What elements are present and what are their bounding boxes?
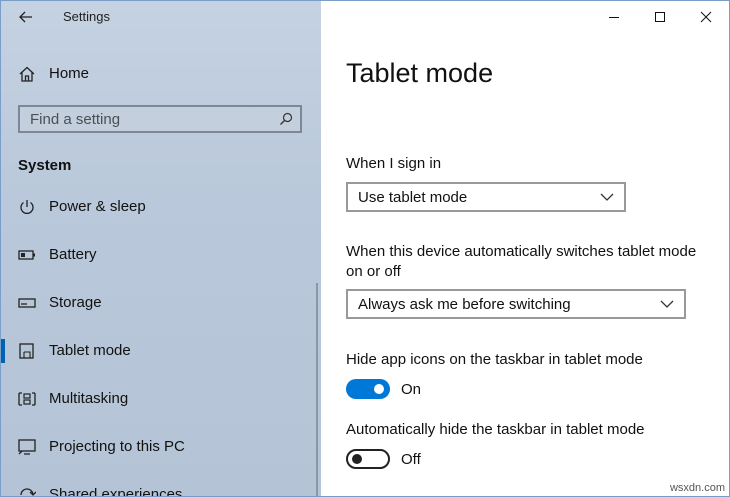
search-icon[interactable] <box>279 112 293 126</box>
projecting-icon <box>18 439 36 455</box>
close-icon <box>700 11 712 23</box>
content-pane: Tablet mode When I sign in Use tablet mo… <box>321 1 729 496</box>
nav-home[interactable]: Home <box>1 57 321 91</box>
sidebar-item-tablet-mode[interactable]: Tablet mode <box>1 331 317 371</box>
auto-switch-dropdown-value: Always ask me before switching <box>358 296 571 313</box>
section-title: System <box>18 157 72 174</box>
sidebar-item-label: Power & sleep <box>49 198 146 215</box>
nav-home-label: Home <box>49 65 90 82</box>
sidebar-item-label: Tablet mode <box>49 342 131 359</box>
hide-icons-label: Hide app icons on the taskbar in tablet … <box>346 351 643 368</box>
titlebar: Settings <box>1 1 321 35</box>
settings-window: Settings Home System Power & sleep <box>0 0 730 497</box>
sidebar-item-power-sleep[interactable]: Power & sleep <box>1 187 317 227</box>
active-indicator <box>1 339 5 363</box>
multitasking-icon <box>18 392 36 406</box>
sidebar-item-label: Projecting to this PC <box>49 438 185 455</box>
auto-switch-label-line1: When this device automatically switches … <box>346 243 697 260</box>
sidebar-item-label: Storage <box>49 294 102 311</box>
sidebar-item-label: Battery <box>49 246 97 263</box>
sidebar-item-battery[interactable]: Battery <box>1 235 317 275</box>
watermark: wsxdn.com <box>669 482 725 494</box>
hide-icons-state: On <box>401 381 422 398</box>
chevron-down-icon <box>600 193 614 201</box>
sidebar: Settings Home System Power & sleep <box>1 1 321 497</box>
page-title: Tablet mode <box>346 58 494 88</box>
sidebar-item-storage[interactable]: Storage <box>1 283 317 323</box>
sidebar-item-shared-experiences[interactable]: Shared experiences <box>1 475 317 497</box>
minimize-icon <box>609 17 619 18</box>
auto-switch-dropdown[interactable]: Always ask me before switching <box>346 289 686 319</box>
storage-icon <box>18 298 36 308</box>
sign-in-label: When I sign in <box>346 155 442 172</box>
hide-taskbar-toggle[interactable] <box>346 449 390 469</box>
home-icon <box>19 66 35 82</box>
minimize-button[interactable] <box>591 1 637 33</box>
auto-switch-label-line2: on or off <box>346 263 401 280</box>
shared-experiences-icon <box>20 488 36 496</box>
sidebar-scrollbar[interactable] <box>316 283 318 496</box>
close-button[interactable] <box>683 1 729 33</box>
sidebar-item-projecting[interactable]: Projecting to this PC <box>1 427 317 467</box>
maximize-button[interactable] <box>637 1 683 33</box>
back-button[interactable] <box>9 3 43 31</box>
chevron-down-icon <box>660 300 674 308</box>
hide-taskbar-state: Off <box>401 451 421 468</box>
search-input[interactable] <box>20 107 280 131</box>
sidebar-item-multitasking[interactable]: Multitasking <box>1 379 317 419</box>
sign-in-dropdown-value: Use tablet mode <box>358 189 468 206</box>
sidebar-item-label: Shared experiences <box>49 486 183 497</box>
app-title: Settings <box>63 9 110 24</box>
toggle-knob <box>374 384 384 394</box>
search-box[interactable] <box>18 105 302 133</box>
maximize-icon <box>655 12 665 22</box>
power-icon <box>20 200 34 214</box>
back-arrow-icon <box>19 11 32 23</box>
sign-in-dropdown[interactable]: Use tablet mode <box>346 182 626 212</box>
hide-icons-toggle[interactable] <box>346 379 390 399</box>
hide-taskbar-label: Automatically hide the taskbar in tablet… <box>346 421 645 438</box>
toggle-knob <box>352 454 362 464</box>
tablet-mode-icon <box>19 343 34 359</box>
sidebar-item-label: Multitasking <box>49 390 129 407</box>
battery-icon <box>18 250 35 260</box>
